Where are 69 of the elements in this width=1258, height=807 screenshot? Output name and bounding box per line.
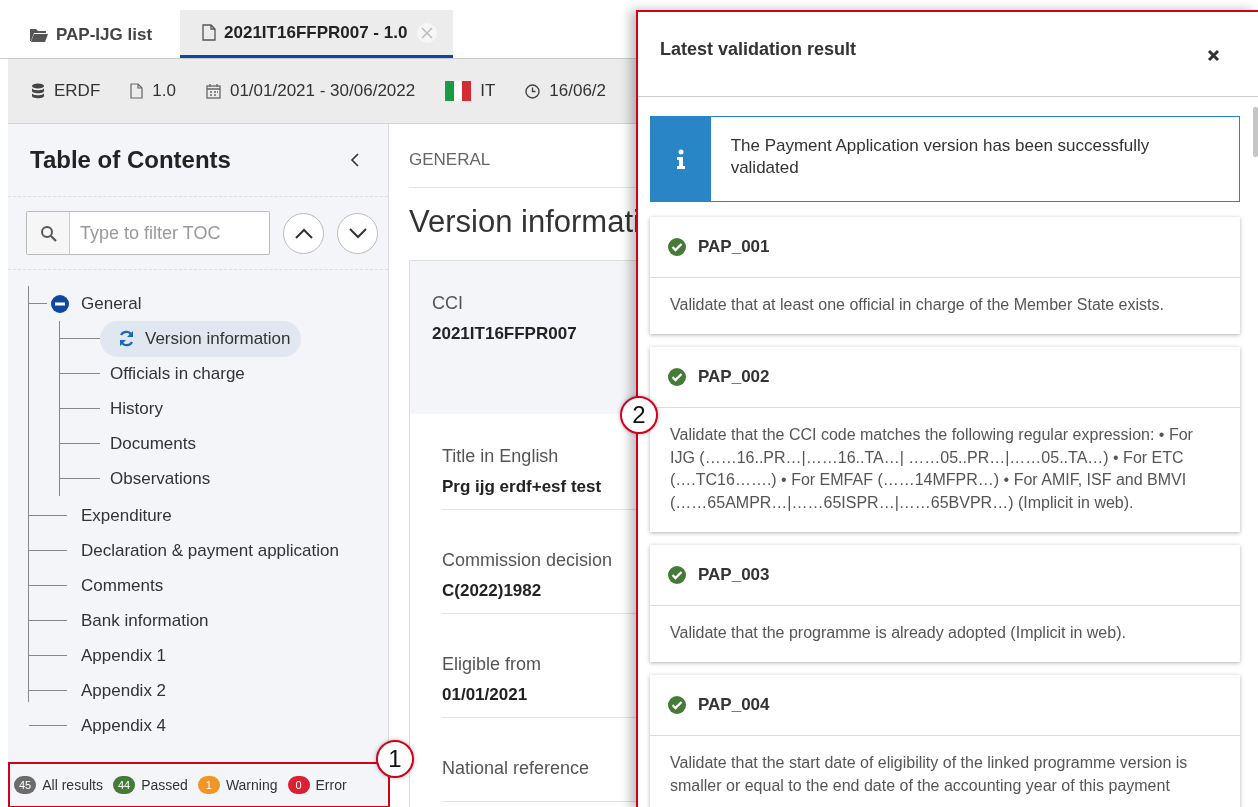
next-button[interactable]	[337, 212, 378, 254]
search-icon	[39, 224, 57, 242]
folder-icon	[30, 28, 48, 42]
toc-item[interactable]: Expenditure	[81, 501, 172, 530]
toc-item[interactable]: Version information	[100, 320, 301, 357]
collapse-icon[interactable]	[51, 294, 69, 313]
chevron-up-icon	[294, 227, 313, 239]
toc-item[interactable]: Comments	[81, 571, 164, 600]
count-badge: 0	[287, 776, 310, 794]
collapse-icon[interactable]	[350, 152, 360, 168]
rule-description: Validate that at least one official in charge of the Member State exists.	[669, 295, 1165, 315]
field-value: Prg ijg erdf+esf test	[442, 477, 602, 497]
filter-link[interactable]: Error	[315, 777, 347, 793]
tab[interactable]: PAP-IJG list	[20, 12, 169, 58]
filter-input[interactable]: Type to filter TOC	[70, 212, 269, 254]
rule-code: PAP_001	[698, 237, 770, 257]
filter-link[interactable]: Passed	[141, 777, 188, 793]
info-text: 16/06/2	[549, 81, 607, 101]
toc-item[interactable]: Officials in charge	[100, 358, 255, 389]
toc-item[interactable]: Appendix 4	[81, 711, 167, 740]
info-text: 1.0	[152, 81, 176, 101]
rule-description: Validate that the CCI code matches the following regular expression: • For IJG (……16..PR…|……16..TA…| ……05..PR…|……05..TA…) • For ETC (….TC16…….) • For EMFAF (……14MFPR…) • For AMIF, ISF and BMVI (……65AMPR…|……65ISPR…|……65BVPR…) (Implicit in web).	[669, 425, 1194, 513]
field-label: CCI	[432, 293, 463, 314]
toc-item[interactable]: Declaration & payment application	[81, 536, 339, 565]
count-badge: 44	[112, 776, 136, 794]
filter-link[interactable]: All results	[42, 777, 103, 793]
field-label: Eligible from	[442, 654, 542, 675]
toc-item[interactable]: General	[81, 289, 142, 318]
field-value: 2021IT16FFPR007	[432, 324, 577, 344]
info-text: ERDF	[54, 81, 101, 101]
panel-title: Latest validation result	[660, 39, 857, 60]
count-badge: 1	[197, 776, 220, 794]
document-icon	[130, 83, 144, 99]
close-icon[interactable]	[1207, 49, 1220, 62]
toc-item[interactable]: Observations	[100, 463, 221, 494]
filter-link[interactable]: Warning	[225, 777, 278, 793]
rule-code: PAP_002	[698, 367, 770, 388]
field-label: Title in English	[442, 446, 559, 467]
scrollbar[interactable]	[1253, 107, 1258, 157]
flag-icon	[445, 81, 472, 101]
clock-icon	[525, 83, 541, 99]
tab[interactable]: 2021IT16FFPR007 - 1.0	[180, 10, 454, 58]
field-value: 01/01/2021	[442, 685, 528, 705]
info-text: IT	[480, 81, 496, 101]
database-icon	[31, 82, 45, 100]
toc-item[interactable]: Appendix 2	[81, 676, 167, 705]
rule-description: Validate that the start date of eligibility of the linked programme version is smaller or equal to the end date of the accounting year of this payment	[669, 753, 1189, 796]
count-badge: 45	[14, 776, 37, 794]
rule-code: PAP_003	[698, 564, 770, 585]
field-value: C(2022)1982	[442, 581, 542, 601]
filter-field[interactable]: Type to filter TOC	[26, 211, 270, 255]
toc-title: Table of Contents	[30, 146, 231, 174]
toc-item[interactable]: Appendix 1	[81, 641, 167, 670]
document-icon	[202, 24, 217, 41]
field-label: Commission decision	[442, 550, 613, 571]
page-heading: Version informati	[409, 204, 641, 240]
rule-code: PAP_004	[698, 695, 770, 716]
toc-item[interactable]: Bank information	[81, 606, 209, 635]
rule-description: Validate that the programme is already adopted (Implicit in web).	[669, 622, 1127, 643]
callout-marker: 1	[376, 740, 414, 778]
toc-item[interactable]: History	[100, 393, 173, 424]
calendar-icon	[205, 83, 221, 99]
info-text: 01/01/2021 - 30/06/2022	[229, 81, 416, 101]
chevron-down-icon	[348, 227, 367, 239]
toc-item[interactable]: Documents	[100, 428, 206, 459]
field-label: National reference	[442, 758, 590, 779]
refresh-icon	[118, 330, 135, 347]
previous-button[interactable]	[283, 212, 324, 254]
info-icon	[675, 149, 686, 169]
